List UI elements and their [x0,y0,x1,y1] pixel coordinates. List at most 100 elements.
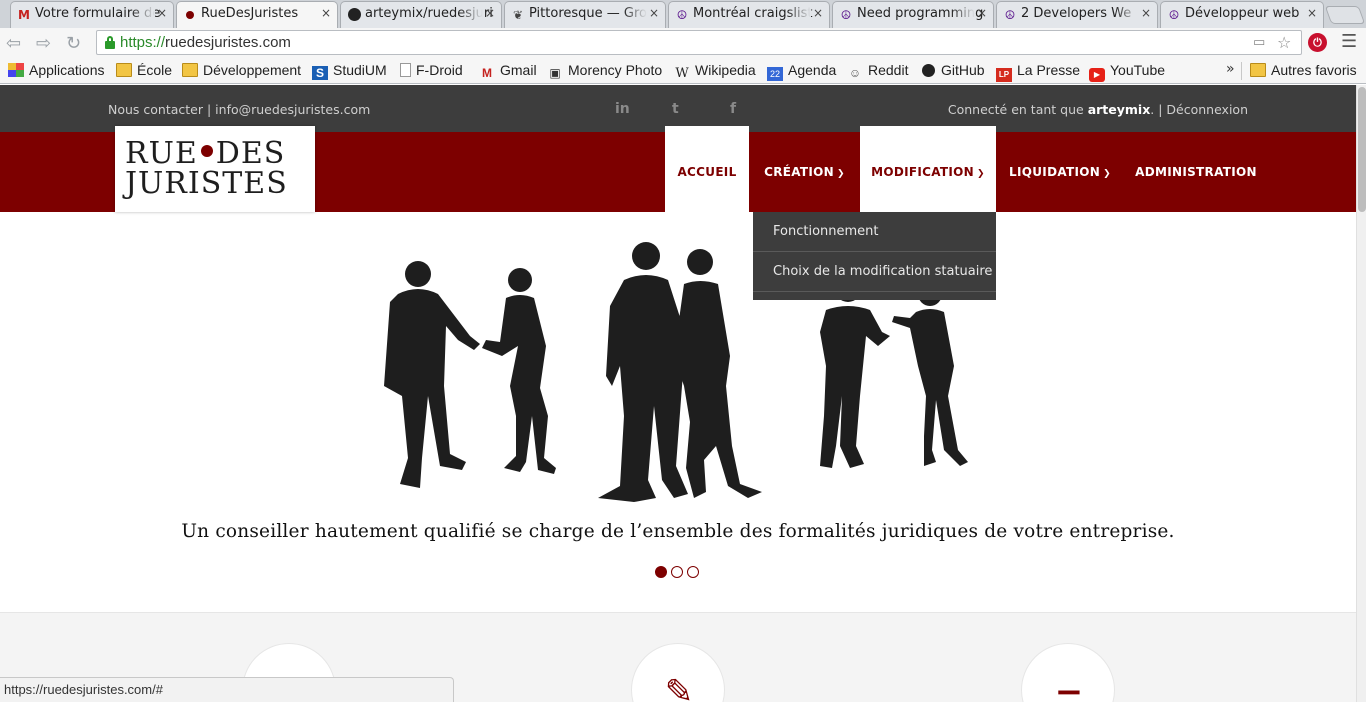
camera-icon: ▣ [549,66,561,80]
bookmark-studium[interactable]: S StudiUM [312,62,387,80]
gmail-icon: M [18,8,30,22]
slider-dot-3[interactable] [687,566,699,578]
tab-craigslist[interactable]: ☮ Montréal craigslist × [668,1,830,28]
close-tab-icon[interactable]: × [813,6,823,20]
folder-icon [182,63,198,77]
tab-developpeur-web[interactable]: ☮ Développeur web × [1160,1,1324,28]
slider-dot-1[interactable] [655,566,667,578]
twitter-icon[interactable]: t [672,101,679,117]
dropdown-item-fonctionnement[interactable]: Fonctionnement [753,212,996,252]
scrollbar-thumb[interactable] [1358,87,1366,212]
username: arteymix [1087,102,1151,117]
github-icon [347,8,361,22]
logout-link[interactable]: . | Déconnexion [1150,102,1248,117]
url-text[interactable]: https://ruedesjuristes.com [120,34,291,51]
user-status: Connecté en tant que arteymix. | Déconne… [947,102,1248,117]
bookmark-morency-photo[interactable]: ▣ Morency Photo [547,62,662,80]
bookmark-youtube[interactable]: ▶ YouTube [1089,62,1165,82]
close-tab-icon[interactable]: × [157,6,167,20]
minus-icon: − [1054,672,1084,702]
tab-gmail[interactable]: M Votre formulaire de × [10,1,174,28]
tab-title: Développeur web [1185,6,1300,21]
menu-icon[interactable]: ☰ [1341,31,1357,52]
tab-github[interactable]: arteymix/ruedesjuri × [340,1,502,28]
close-tab-icon[interactable]: × [1307,6,1317,20]
bookmark-fdroid[interactable]: F-Droid [400,62,463,78]
bookmarks-divider [1241,62,1242,80]
chevron-down-icon: ❯ [1103,169,1111,179]
forward-icon[interactable]: ⇨ [36,33,51,54]
feature-liquidation[interactable]: − [1021,643,1115,702]
close-tab-icon[interactable]: × [485,6,495,20]
status-bar: https://ruedesjuristes.com/# [0,677,454,702]
bookmark-developpement[interactable]: Développement [182,62,301,78]
nav-liquidation[interactable]: LIQUIDATION ❯ [1000,132,1120,212]
lapresse-icon: LP [996,68,1012,82]
slider-dot-2[interactable] [671,566,683,578]
slider-pagination [655,563,703,582]
linkedin-icon[interactable]: in [615,101,630,117]
dropdown-item-choix-modification[interactable]: Choix de la modification statuaire [753,252,996,292]
close-tab-icon[interactable]: × [1141,6,1151,20]
hero-slider [0,212,1366,612]
bookmark-github[interactable]: GitHub [920,62,985,78]
calendar-icon: 22 [767,67,783,81]
bookmark-wikipedia[interactable]: W Wikipedia [674,62,755,81]
leaf-icon: ❦ [512,8,524,22]
bookmark-reddit[interactable]: ☺ Reddit [847,62,909,80]
nav-accueil[interactable]: ACCUEIL [665,126,749,212]
lock-icon [105,36,115,49]
close-tab-icon[interactable]: × [649,6,659,20]
tab-strip: M Votre formulaire de × RueDesJuristes ×… [0,0,1366,28]
edit-icon: ✎ [664,672,694,702]
bookmark-applications[interactable]: Applications [8,62,105,78]
contact-info[interactable]: Nous contacter | info@ruedesjuristes.com [108,102,370,117]
tab-need-programming[interactable]: ☮ Need programming × [832,1,994,28]
facebook-icon[interactable]: f [730,101,736,117]
extension-icon[interactable]: ⏻ [1308,33,1327,52]
bookmark-other[interactable]: Autres favoris [1250,62,1357,78]
peace-icon: ☮ [676,8,688,22]
bookmarks-overflow-icon[interactable]: » [1226,61,1235,77]
bookmark-star-icon[interactable]: ☆ [1277,33,1291,52]
gmail-icon: M [482,66,492,80]
back-icon[interactable]: ⇦ [6,33,21,54]
reload-icon[interactable]: ↻ [66,33,81,54]
browser-toolbar: ⇦ ⇨ ↻ https://ruedesjuristes.com ▭ ☆ ⏻ ☰ [0,28,1366,58]
peace-icon: ☮ [840,8,852,22]
chevron-down-icon: ❯ [977,169,985,179]
tab-title: RueDesJuristes [201,6,299,21]
address-bar[interactable]: https://ruedesjuristes.com ▭ ☆ [96,30,1302,55]
chevron-down-icon: ❯ [837,169,845,179]
site-dot-icon [183,8,197,22]
bookmark-agenda[interactable]: 22 Agenda [767,62,836,81]
nav-creation[interactable]: CRÉATION ❯ [749,132,860,212]
tab-developers[interactable]: ☮ 2 Developers We × [996,1,1158,28]
logo-dot [200,145,213,157]
hero-caption: Un conseiller hautement qualifié se char… [181,521,1175,542]
bookmarks-bar: Applications École Développement S StudiU… [0,58,1366,84]
bookmark-ecole[interactable]: École [116,62,172,78]
bookmark-gmail[interactable]: M Gmail [479,62,537,80]
wikipedia-icon: W [675,66,689,81]
folder-icon [116,63,132,77]
new-tab-button[interactable] [1324,6,1366,24]
youtube-icon: ▶ [1089,68,1105,82]
bookmark-la-presse[interactable]: LP La Presse [996,62,1080,82]
apps-grid-icon [8,63,24,77]
page-scrollbar[interactable] [1356,85,1366,702]
nav-administration[interactable]: ADMINISTRATION [1130,132,1262,212]
nav-modification[interactable]: MODIFICATION ❯ [860,126,996,212]
close-tab-icon[interactable]: × [977,6,987,20]
reddit-icon: ☺ [848,66,862,80]
tab-ruedesjuristes[interactable]: RueDesJuristes × [176,1,338,28]
close-tab-icon[interactable]: × [321,6,331,20]
studium-icon: S [312,66,328,80]
site-logo[interactable]: RUE DES JURISTES [115,126,315,212]
tab-pittoresque[interactable]: ❦ Pittoresque — Gro × [504,1,666,28]
web-page: Nous contacter | info@ruedesjuristes.com… [0,85,1366,702]
page-action-icon[interactable]: ▭ [1253,35,1265,50]
folder-icon [1250,63,1266,77]
peace-icon: ☮ [1168,8,1180,22]
feature-modification[interactable]: ✎ [631,643,725,702]
